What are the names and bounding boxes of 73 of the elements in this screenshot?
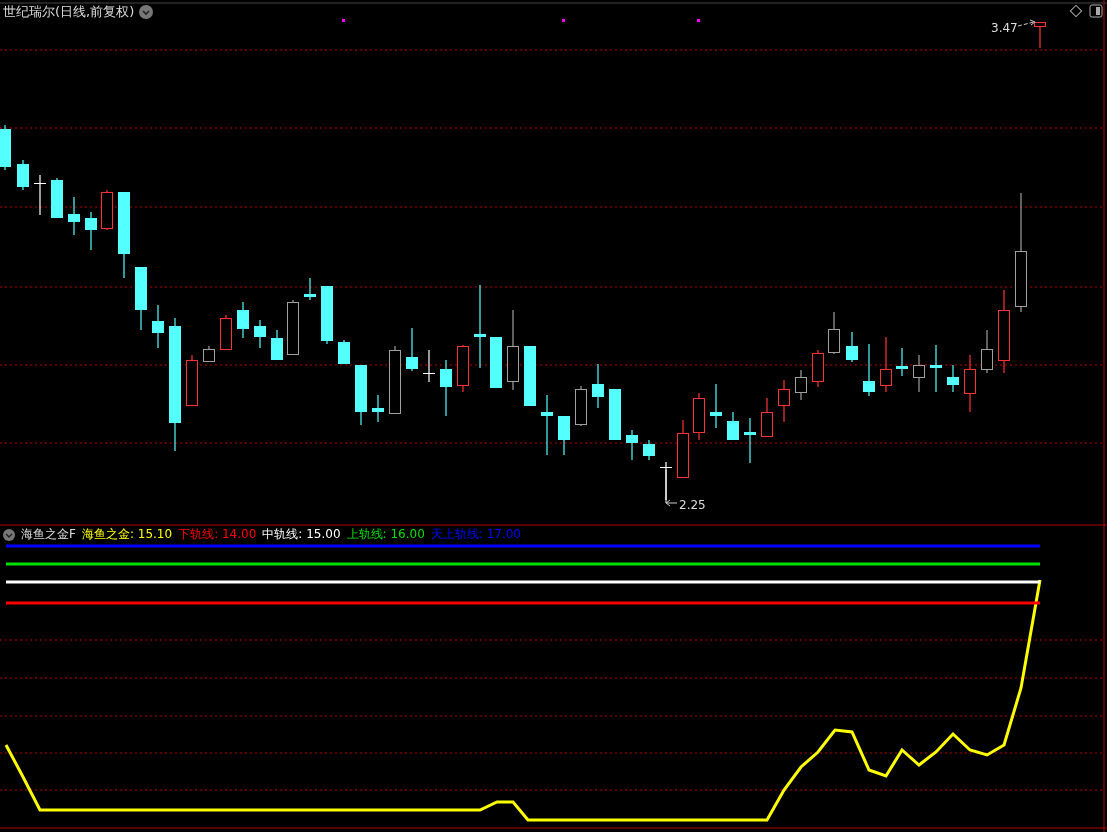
dropdown-icon[interactable] <box>139 5 154 19</box>
candlestick <box>761 397 773 437</box>
candlestick <box>863 343 875 397</box>
candlestick <box>812 349 824 388</box>
price-label: 3.47 <box>991 21 1018 35</box>
candlestick <box>727 411 739 441</box>
leader-line <box>1017 19 1036 27</box>
indicator-value: 上轨线: 16.00 <box>346 526 425 543</box>
candlestick <box>964 354 976 413</box>
candlestick <box>913 354 925 393</box>
candlestick <box>34 174 46 216</box>
candlestick <box>592 363 604 409</box>
candlestick <box>237 301 249 339</box>
candlestick <box>152 304 164 349</box>
candlestick <box>406 327 418 372</box>
candlestick <box>795 369 807 401</box>
candlestick <box>0 124 11 171</box>
candlestick <box>68 196 80 236</box>
candlestick <box>372 394 384 423</box>
candlestick <box>575 385 587 427</box>
candlestick <box>981 329 993 374</box>
candlestick <box>389 345 401 414</box>
indicator-value: 天上轨线: 17.00 <box>430 526 521 543</box>
candlestick <box>558 415 570 456</box>
candlestick <box>524 345 536 407</box>
candlestick <box>626 429 638 461</box>
candlestick <box>828 311 840 355</box>
candlestick <box>744 417 756 464</box>
candlestick <box>338 339 350 365</box>
candlestick <box>490 336 502 389</box>
candlestick <box>101 189 113 231</box>
candlestick <box>321 285 333 345</box>
candlestick <box>355 364 367 426</box>
candlestick <box>304 277 316 301</box>
candlestick <box>85 211 97 251</box>
candlestick <box>135 266 147 331</box>
dropdown-icon[interactable] <box>3 528 15 541</box>
chart-title: 世纪瑞尔(日线,前复权) <box>3 3 135 21</box>
candlestick <box>947 364 959 393</box>
candlestick <box>541 394 553 456</box>
marker-icon <box>562 19 565 22</box>
candlestick <box>271 329 283 361</box>
candlestick <box>710 383 722 429</box>
diamond-icon[interactable] <box>1069 4 1083 18</box>
price-label: 2.25 <box>679 498 706 512</box>
candlestick <box>287 299 299 356</box>
marker-icon <box>697 19 700 22</box>
indicator-value: 海鱼之金: 15.10 <box>81 526 173 543</box>
candlestick <box>254 319 266 349</box>
candlestick <box>51 177 63 219</box>
candlestick <box>896 347 908 377</box>
candlestick <box>677 419 689 478</box>
leader-line <box>665 469 678 507</box>
candlestick <box>203 345 215 363</box>
candlestick <box>423 349 435 383</box>
candlestick <box>846 331 858 363</box>
indicator-name: 海鱼之金F <box>21 526 76 543</box>
candlestick <box>220 314 232 351</box>
candlestick <box>930 344 942 393</box>
candlestick <box>693 392 705 441</box>
candlestick <box>778 379 790 423</box>
candlestick <box>457 344 469 393</box>
indicator-value: 中轨线: 15.00 <box>262 526 341 543</box>
panel-icon[interactable] <box>1089 4 1103 18</box>
candlestick <box>17 159 29 191</box>
candlestick <box>440 359 452 417</box>
candlestick <box>186 354 198 406</box>
candlestick <box>880 336 892 393</box>
candlestick <box>643 439 655 461</box>
indicator-value: 下轨线: 14.00 <box>178 526 257 543</box>
marker-icon <box>342 19 345 22</box>
candlestick <box>609 388 621 441</box>
candlestick <box>1034 21 1046 49</box>
